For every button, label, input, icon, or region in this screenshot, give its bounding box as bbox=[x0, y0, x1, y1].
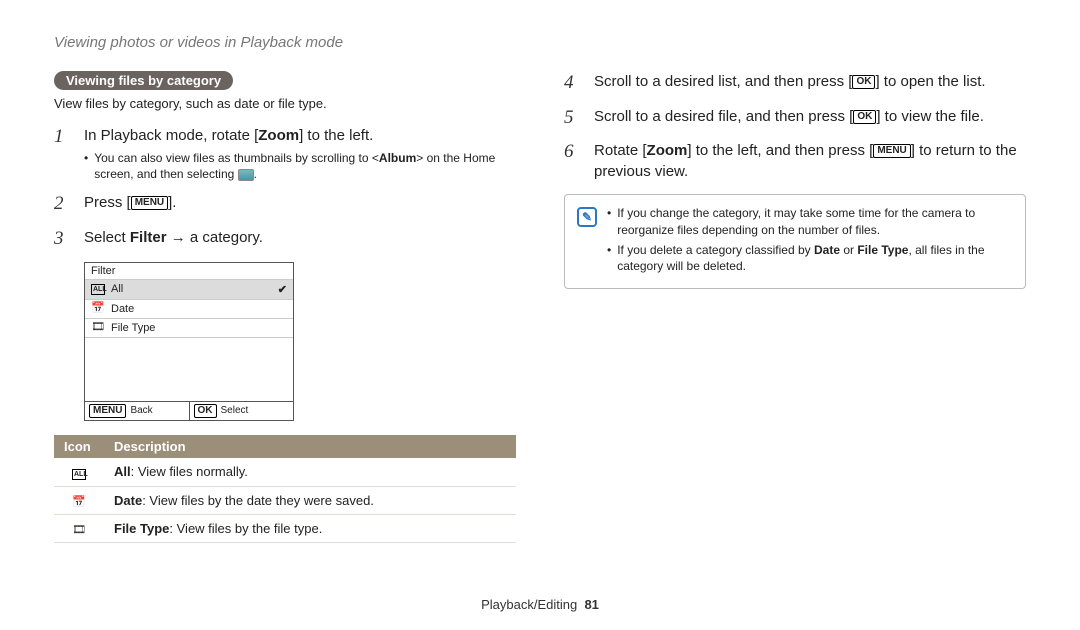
table-row: 📅 Date: View files by the date they were… bbox=[54, 486, 516, 514]
step-1: 1 In Playback mode, rotate [Zoom] to the… bbox=[54, 125, 516, 182]
page-number: 81 bbox=[584, 597, 598, 612]
table-row: ALL All: View files normally. bbox=[54, 458, 516, 487]
menu-button-icon: MENU bbox=[873, 144, 910, 158]
step-4: 4 Scroll to a desired list, and then pre… bbox=[564, 71, 1026, 96]
menu-button-icon: MENU bbox=[131, 196, 168, 210]
lcd-filter-menu: Filter ALL All ✔ 📅 Date 🎞 File Type MENU… bbox=[84, 262, 294, 421]
step-6: 6 Rotate [Zoom] to the left, and then pr… bbox=[564, 140, 1026, 182]
check-icon: ✔ bbox=[278, 283, 287, 296]
note-item: If you change the category, it may take … bbox=[607, 205, 1013, 237]
step-number: 4 bbox=[564, 71, 582, 96]
calendar-icon: 📅 bbox=[72, 497, 86, 508]
step-number: 6 bbox=[564, 140, 582, 182]
step-5: 5 Scroll to a desired file, and then pre… bbox=[564, 106, 1026, 131]
section-label: Viewing files by category bbox=[54, 71, 233, 90]
section-subtitle: View files by category, such as date or … bbox=[54, 96, 516, 111]
film-icon: 🎞 bbox=[91, 322, 105, 333]
calendar-icon: 📅 bbox=[91, 303, 105, 314]
album-icon bbox=[238, 169, 254, 181]
ok-button-icon: OK bbox=[194, 404, 217, 418]
zoom-bold: Zoom bbox=[258, 127, 299, 144]
step-number: 1 bbox=[54, 125, 72, 182]
menu-button-icon: MENU bbox=[89, 404, 126, 418]
film-icon: 🎞 bbox=[72, 525, 86, 536]
step-text: In Playback mode, rotate [ bbox=[84, 127, 258, 144]
lcd-row-filetype: 🎞 File Type bbox=[85, 318, 293, 337]
lcd-row-date: 📅 Date bbox=[85, 299, 293, 318]
step-3: 3 Select Filter → a category. bbox=[54, 227, 516, 252]
table-row: 🎞 File Type: View files by the file type… bbox=[54, 514, 516, 542]
th-icon: Icon bbox=[54, 435, 104, 458]
right-column: 4 Scroll to a desired list, and then pre… bbox=[564, 71, 1026, 543]
note-item: If you delete a category classified by D… bbox=[607, 242, 1013, 274]
ok-button-icon: OK bbox=[852, 75, 875, 89]
step-2: 2 Press [MENU]. bbox=[54, 192, 516, 217]
icon-description-table: Icon Description ALL All: View files nor… bbox=[54, 435, 516, 543]
ok-button-icon: OK bbox=[853, 110, 876, 124]
step-1-bullet: You can also view files as thumbnails by… bbox=[84, 150, 516, 182]
footer-section: Playback/Editing bbox=[481, 597, 577, 612]
all-icon: ALL bbox=[72, 469, 86, 480]
info-icon: ✎ bbox=[577, 207, 597, 227]
left-column: Viewing files by category View files by … bbox=[54, 71, 516, 543]
step-number: 5 bbox=[564, 106, 582, 131]
th-desc: Description bbox=[104, 435, 516, 458]
step-number: 2 bbox=[54, 192, 72, 217]
step-number: 3 bbox=[54, 227, 72, 252]
lcd-title: Filter bbox=[85, 263, 293, 279]
note-box: ✎ If you change the category, it may tak… bbox=[564, 194, 1026, 289]
lcd-footer: MENUBack OKSelect bbox=[85, 401, 293, 420]
page-header: Viewing photos or videos in Playback mod… bbox=[54, 34, 1026, 51]
page-footer: Playback/Editing 81 bbox=[0, 597, 1080, 612]
lcd-row-all: ALL All ✔ bbox=[85, 279, 293, 299]
all-icon: ALL bbox=[91, 284, 105, 295]
